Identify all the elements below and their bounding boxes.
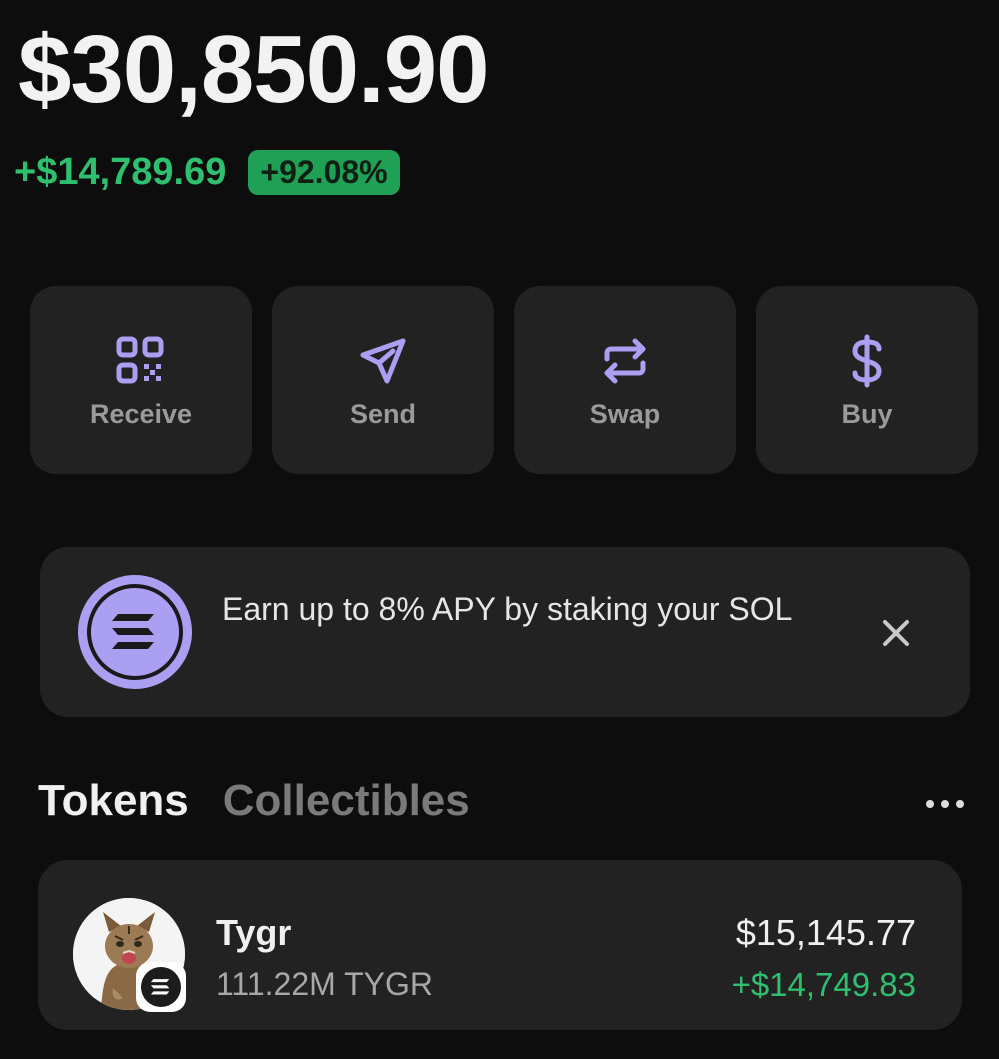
tab-collectibles[interactable]: Collectibles xyxy=(223,776,470,826)
dollar-icon xyxy=(837,331,897,391)
solana-icon xyxy=(136,962,186,1012)
balance-change-amount: +$14,789.69 xyxy=(14,151,227,193)
token-name: Tygr xyxy=(216,912,292,953)
total-balance: $30,850.90 xyxy=(18,16,489,123)
close-icon[interactable] xyxy=(876,613,916,653)
staking-banner-text: Earn up to 8% APY by staking your SOL xyxy=(222,591,793,627)
swap-label: Swap xyxy=(589,398,661,429)
solana-icon xyxy=(78,575,192,689)
staking-banner[interactable]: Earn up to 8% APY by staking your SOL xyxy=(40,547,970,717)
action-buttons: Receive Send Swap Buy xyxy=(30,286,978,474)
token-value: $15,145.77 xyxy=(735,912,916,953)
more-horizontal-icon[interactable] xyxy=(926,796,970,812)
send-button[interactable]: Send xyxy=(272,286,494,474)
buy-label: Buy xyxy=(841,398,893,429)
token-change: +$14,749.83 xyxy=(731,966,916,1003)
asset-tabs: Tokens Collectibles xyxy=(38,776,470,826)
send-label: Send xyxy=(349,398,416,429)
swap-button[interactable]: Swap xyxy=(514,286,736,474)
balance-change-percent-badge: +92.08% xyxy=(248,150,400,195)
token-row[interactable]: Tygr 111.22M TYGR $15,145.77 +$14,749.83 xyxy=(38,860,962,1030)
receive-button[interactable]: Receive xyxy=(30,286,252,474)
qr-code-icon xyxy=(111,331,171,391)
balance-change-row: +$14,789.69 +92.08% xyxy=(14,150,400,195)
receive-label: Receive xyxy=(89,398,193,429)
send-icon xyxy=(353,331,413,391)
swap-icon xyxy=(595,331,655,391)
tab-tokens[interactable]: Tokens xyxy=(38,776,189,826)
token-amount: 111.22M TYGR xyxy=(216,966,433,1002)
buy-button[interactable]: Buy xyxy=(756,286,978,474)
